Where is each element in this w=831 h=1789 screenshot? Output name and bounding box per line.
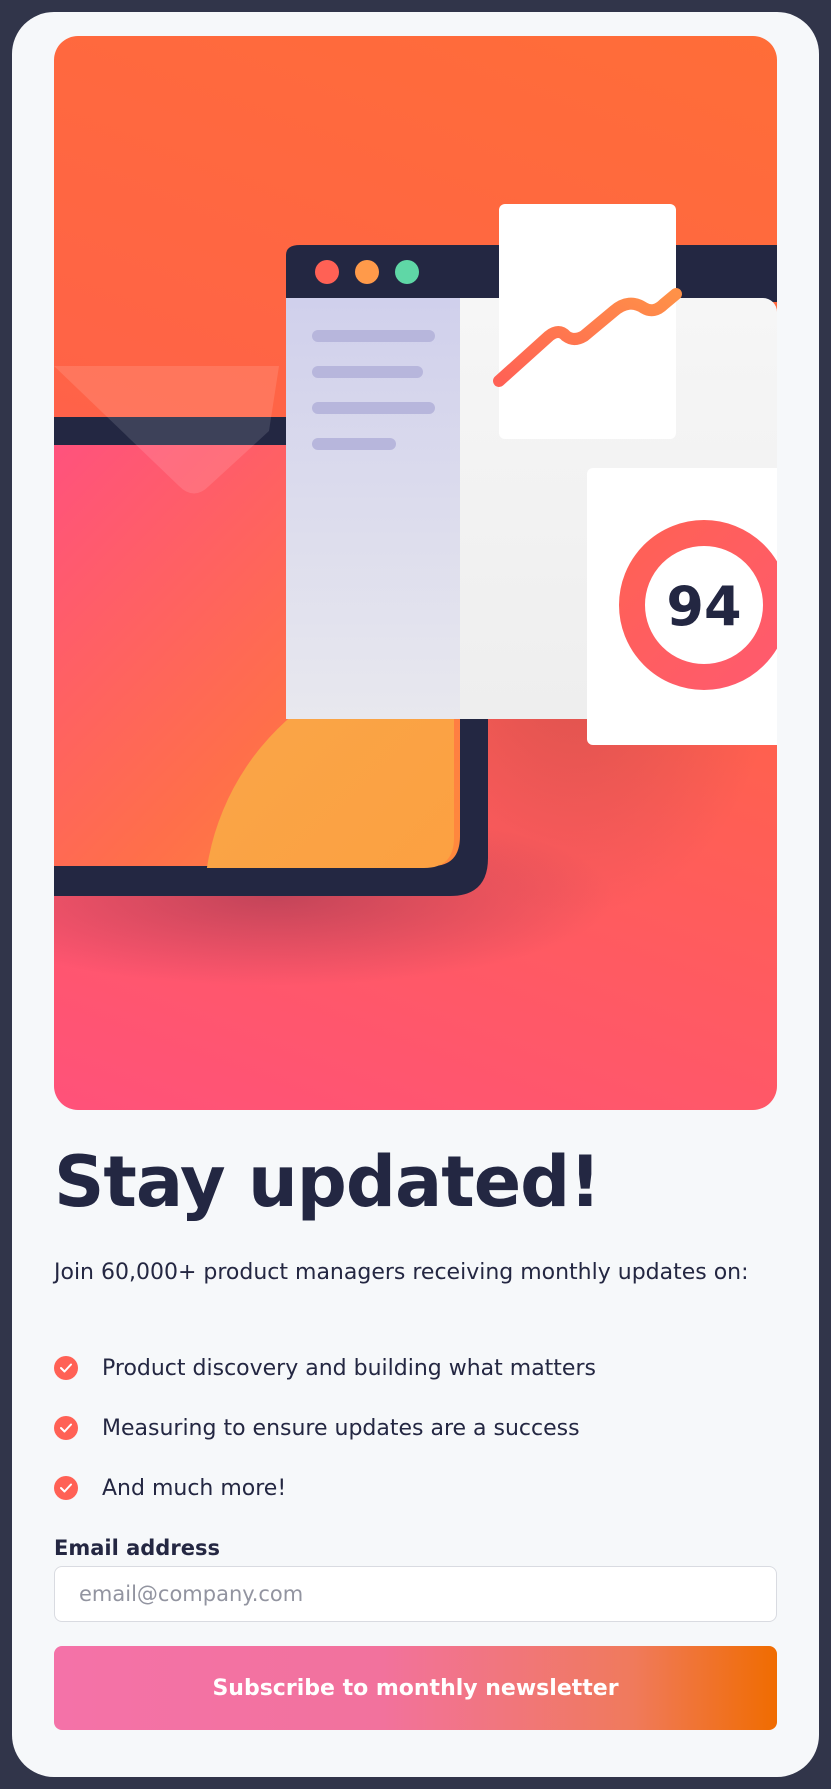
- line-chart-card: [493, 204, 682, 439]
- hero-illustration: 94: [54, 36, 777, 1110]
- feature-text: Measuring to ensure updates are a succes…: [102, 1415, 580, 1441]
- window-dot-red: [315, 260, 339, 284]
- feature-list: Product discovery and building what matt…: [54, 1338, 596, 1518]
- signup-card: 94 Stay updated! Join 60,000+ product ma…: [12, 12, 819, 1777]
- window-dot-green: [395, 260, 419, 284]
- checkmark-icon: [54, 1356, 78, 1380]
- score-card: 94: [587, 468, 777, 745]
- subscribe-button[interactable]: Subscribe to monthly newsletter: [54, 1646, 777, 1730]
- email-field[interactable]: [54, 1566, 777, 1622]
- checkmark-icon: [54, 1416, 78, 1440]
- feature-text: Product discovery and building what matt…: [102, 1355, 596, 1381]
- intro-text: Join 60,000+ product managers receiving …: [54, 1260, 749, 1285]
- score-value: 94: [666, 575, 741, 638]
- checkmark-icon: [54, 1476, 78, 1500]
- list-item: Measuring to ensure updates are a succes…: [54, 1398, 596, 1458]
- list-item: Product discovery and building what matt…: [54, 1338, 596, 1398]
- list-item: And much more!: [54, 1458, 596, 1518]
- feature-text: And much more!: [102, 1475, 287, 1501]
- page-title: Stay updated!: [54, 1141, 601, 1223]
- window-dot-orange: [355, 260, 379, 284]
- email-label: Email address: [54, 1536, 220, 1560]
